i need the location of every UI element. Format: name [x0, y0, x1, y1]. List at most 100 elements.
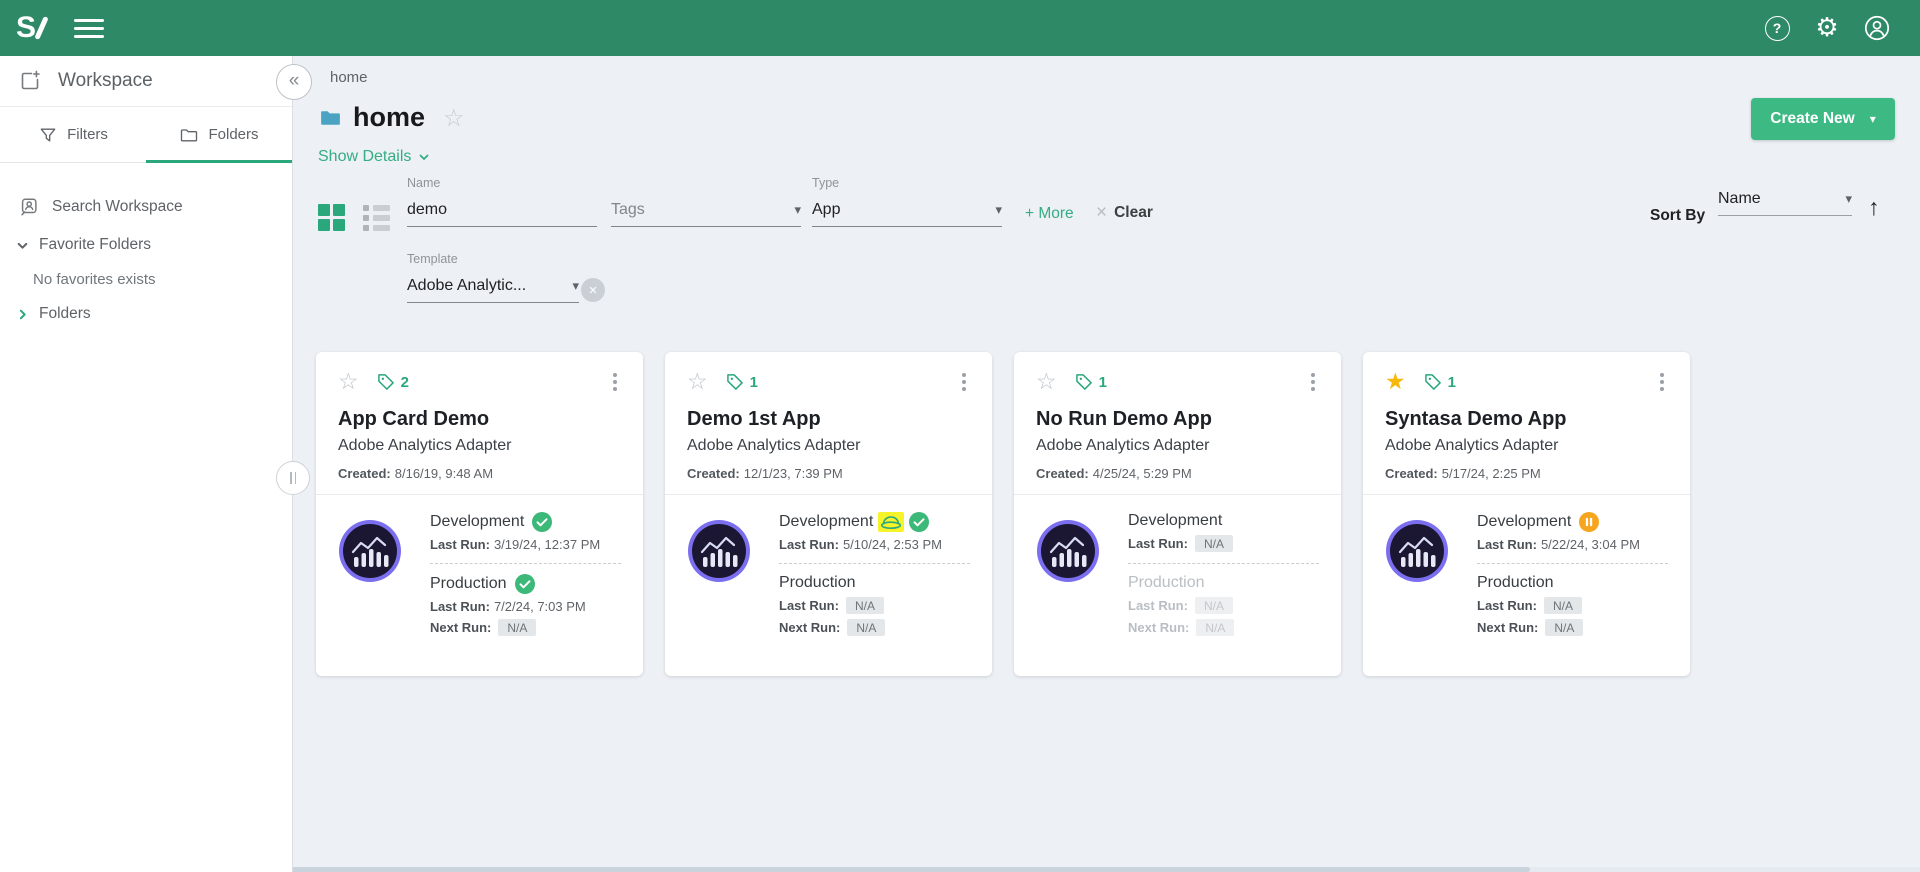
sidebar-section-folders[interactable]: Folders	[0, 296, 292, 332]
list-view-icon[interactable]	[363, 204, 390, 231]
construction-hat-icon	[880, 513, 902, 531]
environments: Development Last Run:5/10/24, 2:53 PM	[779, 512, 970, 676]
env-production: Production Last Run:N/A Next Run:N/A	[779, 574, 970, 636]
syntasa-logo[interactable]: S	[16, 14, 44, 42]
account-icon[interactable]	[1862, 13, 1892, 43]
card-created: Created:4/25/24, 5:29 PM	[1036, 466, 1319, 481]
logo-text: S	[16, 14, 36, 42]
tag-icon	[1074, 372, 1094, 392]
breadcrumb[interactable]: home	[330, 69, 368, 86]
app-card[interactable]: ☆ 2 App Card Demo Adobe Analytics Adapte…	[316, 352, 643, 676]
tags-button[interactable]: 1	[725, 372, 758, 392]
template-clear-icon[interactable]: ×	[581, 278, 605, 302]
last-run-value: 5/22/24, 3:04 PM	[1541, 537, 1640, 552]
menu-icon[interactable]	[72, 15, 106, 42]
filter-name-field: Name	[407, 176, 597, 227]
tab-filters-label: Filters	[67, 126, 108, 143]
last-run-na-chip: N/A	[846, 597, 884, 614]
tags-button[interactable]: 2	[376, 372, 409, 392]
search-workspace[interactable]: Search Workspace	[0, 187, 292, 227]
sidebar-header: Workspace	[0, 56, 292, 107]
page-title-row: home ☆	[318, 102, 465, 133]
next-run-na-chip: N/A	[498, 619, 536, 636]
sidebar-title: Workspace	[58, 70, 153, 92]
tag-count: 1	[1448, 374, 1456, 391]
environments: Development Last Run:N/A Production Last…	[1128, 512, 1319, 676]
env-development: Development Last Run:5/22/24, 3:04 PM	[1477, 512, 1668, 552]
app-avatar	[1385, 519, 1449, 676]
card-subtitle: Adobe Analytics Adapter	[1036, 437, 1319, 455]
env-name: Development	[430, 513, 524, 531]
settings-gear-icon[interactable]: ⚙	[1812, 13, 1842, 43]
tab-folders-label: Folders	[208, 126, 258, 143]
env-development: Development Last Run:5/10/24, 2:53 PM	[779, 512, 970, 552]
workspace-icon	[18, 69, 42, 93]
sidebar: Workspace Filters Folders	[0, 56, 293, 872]
template-filter-select[interactable]: Adobe Analytic...	[407, 277, 566, 295]
kebab-menu-icon[interactable]	[1307, 370, 1319, 391]
search-workspace-icon	[18, 196, 40, 218]
create-new-button[interactable]: Create New ▾	[1751, 98, 1895, 140]
grid-view-icon[interactable]	[318, 204, 345, 231]
sidebar-body: Search Workspace Favorite Folders No fav…	[0, 163, 292, 332]
sidebar-collapse-icon[interactable]: «	[276, 64, 312, 100]
card-title: App Card Demo	[338, 408, 621, 431]
filter-tags-field: Tags ▾	[611, 198, 801, 227]
sidebar-section-favorite-folders[interactable]: Favorite Folders	[0, 227, 292, 263]
tags-filter-select[interactable]: Tags	[611, 201, 788, 219]
app-avatar	[338, 519, 402, 676]
tags-button[interactable]: 1	[1423, 372, 1456, 392]
tag-icon	[1423, 372, 1443, 392]
sidebar-resize-handle[interactable]	[276, 461, 310, 495]
sort-direction-ascending-icon[interactable]: ↑	[1868, 194, 1880, 221]
filter-name-label: Name	[407, 176, 597, 192]
app-card[interactable]: ☆ 1 No Run Demo App Adobe Analytics Adap…	[1014, 352, 1341, 676]
env-development: Development Last Run:3/19/24, 12:37 PM	[430, 512, 621, 552]
search-workspace-label: Search Workspace	[52, 198, 183, 216]
tag-count: 1	[1099, 374, 1107, 391]
favorite-star-icon[interactable]: ☆	[338, 370, 359, 393]
app-card[interactable]: ☆ 1 Demo 1st App Adobe Analytics Adapter…	[665, 352, 992, 676]
card-created: Created:5/17/24, 2:25 PM	[1385, 466, 1668, 481]
divider	[779, 563, 970, 564]
last-run-value: 5/10/24, 2:53 PM	[843, 537, 942, 552]
last-run-na-chip: N/A	[1195, 597, 1233, 614]
env-name: Development	[1477, 513, 1571, 531]
kebab-menu-icon[interactable]	[609, 370, 621, 391]
tab-filters[interactable]: Filters	[0, 107, 146, 162]
env-name: Production	[1128, 574, 1205, 592]
app-card[interactable]: ★ 1 Syntasa Demo App Adobe Analytics Ada…	[1363, 352, 1690, 676]
chevron-down-icon	[418, 151, 430, 163]
clear-filters-button[interactable]: × Clear	[1096, 204, 1153, 222]
next-run-na-chip: N/A	[1196, 619, 1234, 636]
favorite-star-icon[interactable]: ☆	[1036, 370, 1057, 393]
show-details-link[interactable]: Show Details	[318, 148, 430, 166]
kebab-menu-icon[interactable]	[1656, 370, 1668, 391]
sort-by-select[interactable]: Name	[1718, 190, 1839, 208]
env-name: Production	[779, 574, 856, 592]
folder-blue-icon	[318, 105, 343, 130]
logo-slash-mark	[34, 16, 48, 40]
favorite-star-icon[interactable]: ★	[1385, 370, 1406, 393]
success-check-icon	[532, 512, 552, 532]
success-check-icon	[515, 574, 535, 594]
kebab-menu-icon[interactable]	[958, 370, 970, 391]
card-created: Created:8/16/19, 9:48 AM	[338, 466, 621, 481]
filter-type-label: Type	[812, 176, 1002, 192]
card-subtitle: Adobe Analytics Adapter	[687, 437, 970, 455]
card-title: Syntasa Demo App	[1385, 408, 1668, 431]
folders-tree-label: Folders	[39, 305, 91, 323]
next-run-na-chip: N/A	[1545, 619, 1583, 636]
help-icon[interactable]: ?	[1762, 13, 1792, 43]
favorite-page-star-icon[interactable]: ☆	[443, 104, 465, 133]
name-filter-input[interactable]	[407, 201, 597, 219]
tab-folders[interactable]: Folders	[146, 107, 292, 162]
type-filter-select[interactable]: App	[812, 201, 989, 219]
env-production: Production Last Run:N/A Next Run:N/A	[1477, 574, 1668, 636]
tags-button[interactable]: 1	[1074, 372, 1107, 392]
favorite-folders-label: Favorite Folders	[39, 236, 151, 254]
last-run-na-chip: N/A	[1544, 597, 1582, 614]
more-filters-button[interactable]: + More	[1025, 205, 1074, 223]
env-name: Production	[430, 575, 507, 593]
favorite-star-icon[interactable]: ☆	[687, 370, 708, 393]
